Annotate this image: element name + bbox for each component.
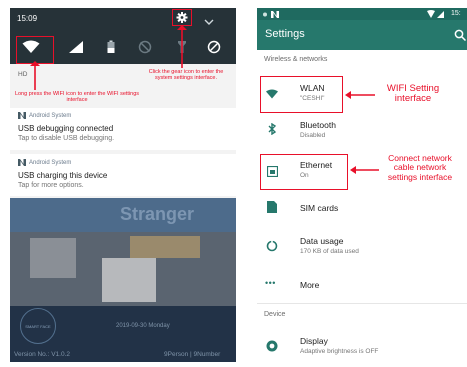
wifi-annotation: Long press the WIFI icon to enter the WI… [14,91,140,104]
smart-face-logo: SMART FACE [20,308,56,344]
person-count: 9Person | 9Number [164,351,221,358]
android-system-icon [18,112,26,119]
notification-subtitle: Tap to disable USB debugging. [18,135,115,142]
notification-usb-charging[interactable]: Android System USB charging this device … [10,154,236,196]
notification-title: USB charging this device [18,171,108,180]
logo-text: SMART FACE [25,323,51,329]
section-divider [257,303,467,304]
notification-app-name: Android System [29,159,72,166]
face-recognition-background: Stranger SMART FACE 2019-09-30 Monday Ve… [10,198,236,362]
scene-shape [30,238,76,278]
scene-shape [102,258,156,302]
wlan-annotation: WIFI Setting interface [386,83,440,105]
notification-usb-debugging[interactable]: Android System USB debugging connected T… [10,108,236,150]
settings-item-title: Display [300,336,328,346]
section-device: Device [264,311,286,318]
android-system-icon [18,159,26,166]
banner-text: Stranger [120,204,195,224]
notification-subtitle: Tap for more options. [18,182,84,189]
settings-item-data-usage[interactable]: Data usage 170 KB of data used [257,230,467,264]
settings-item-more[interactable]: ••• More [257,272,467,298]
notification-app-name: Android System [29,112,72,119]
settings-item-display[interactable]: Display Adaptive brightness is OFF [257,330,467,362]
settings-item-subtitle: Adaptive brightness is OFF [300,348,379,355]
brightness-icon [266,340,278,352]
data-usage-icon [266,240,278,252]
settings-screenshot: 15: Settings Wireless & networks WLAN "C… [257,8,467,362]
more-icon: ••• [265,278,276,288]
ethernet-annotation: Connect network cable network settings i… [387,153,453,182]
lock-date: 2019-09-30 Monday [116,323,170,329]
settings-item-title: Data usage [300,236,344,246]
notification-title: USB debugging connected [18,124,114,133]
settings-item-title: More [300,280,320,290]
notification-shade-screenshot: 15:09 HD Android System USB debugging co… [10,8,236,362]
version-label: Version No.: V1.0.2 [14,351,71,358]
gear-annotation: Click the gear icon to enter the system … [148,69,224,82]
scene-shape [130,236,200,258]
settings-item-subtitle: 170 KB of data used [300,248,359,255]
